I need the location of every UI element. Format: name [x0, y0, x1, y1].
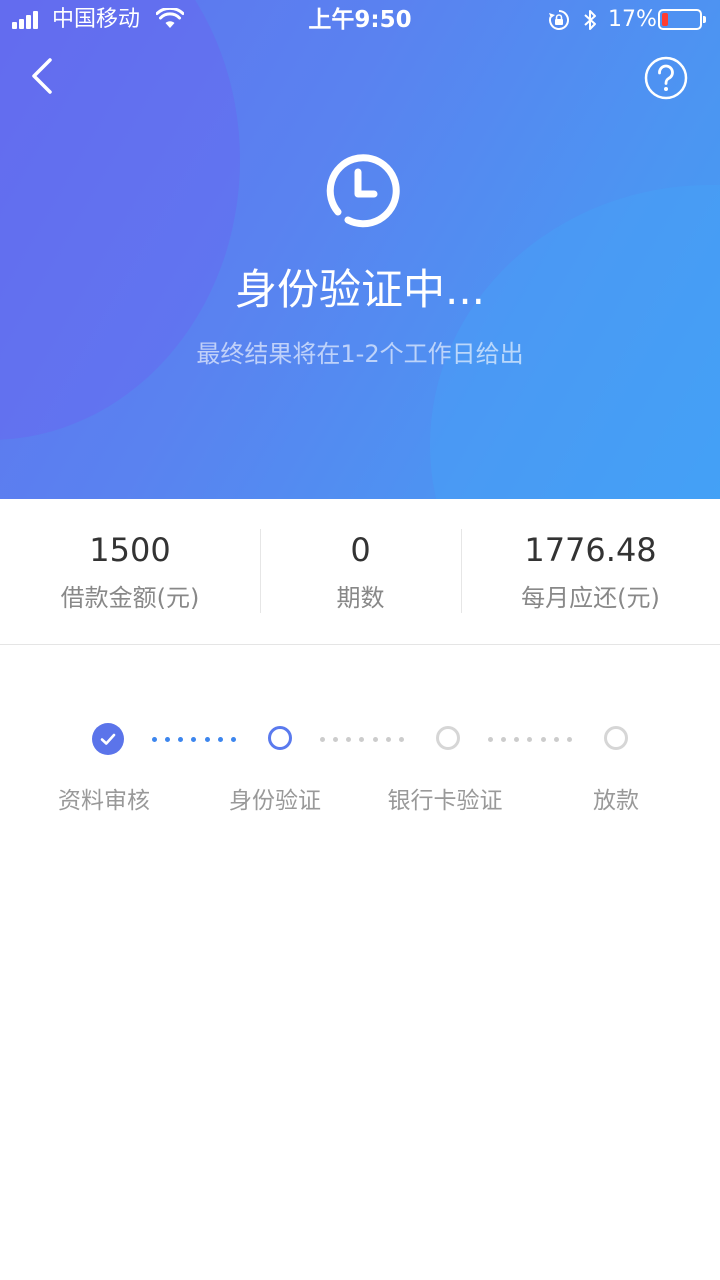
- step-current-node: [268, 726, 292, 750]
- step-pending-node: [436, 726, 460, 750]
- status-title: 身份验证中...: [234, 265, 486, 314]
- check-icon: [100, 733, 116, 745]
- status-bar: 中国移动 上午9:50 17%: [0, 0, 720, 40]
- summary-label: 每月应还(元): [521, 584, 660, 612]
- help-button[interactable]: [644, 56, 688, 100]
- battery-icon: [658, 9, 706, 30]
- step-connector: [488, 737, 572, 743]
- rotation-lock-icon: [549, 10, 570, 30]
- summary-value: 1500: [89, 531, 171, 569]
- battery-percent: 17%: [608, 7, 657, 32]
- summary-loan-amount: 1500 借款金额(元): [0, 499, 260, 645]
- status-subtitle: 最终结果将在1-2个工作日给出: [196, 340, 524, 368]
- summary-monthly-payment: 1776.48 每月应还(元): [461, 499, 720, 645]
- clock-icon: [326, 154, 400, 228]
- step-label-identity-verification: 身份验证: [229, 788, 321, 814]
- step-label-disbursement: 放款: [593, 788, 639, 814]
- step-connector: [152, 737, 236, 743]
- summary-label: 期数: [336, 584, 385, 612]
- status-header: 中国移动 上午9:50 17% 身份验证中... 最终结果将在1-2个工作日给出: [0, 0, 720, 499]
- step-done-node: [92, 723, 124, 755]
- summary-value: 1776.48: [524, 531, 657, 569]
- battery-level: [662, 13, 668, 26]
- step-label-document-review: 资料审核: [58, 788, 150, 814]
- back-button[interactable]: [24, 56, 64, 96]
- bluetooth-icon: [584, 10, 596, 30]
- progress-steps: 资料审核 身份验证 银行卡验证 放款: [0, 645, 720, 865]
- summary-label: 借款金额(元): [60, 584, 200, 612]
- step-label-bank-card-verification: 银行卡验证: [387, 788, 503, 814]
- loan-summary: 1500 借款金额(元) 0 期数 1776.48 每月应还(元): [0, 499, 720, 645]
- step-pending-node: [604, 726, 628, 750]
- summary-value: 0: [350, 531, 371, 569]
- step-connector: [320, 737, 404, 743]
- summary-periods: 0 期数: [260, 499, 461, 645]
